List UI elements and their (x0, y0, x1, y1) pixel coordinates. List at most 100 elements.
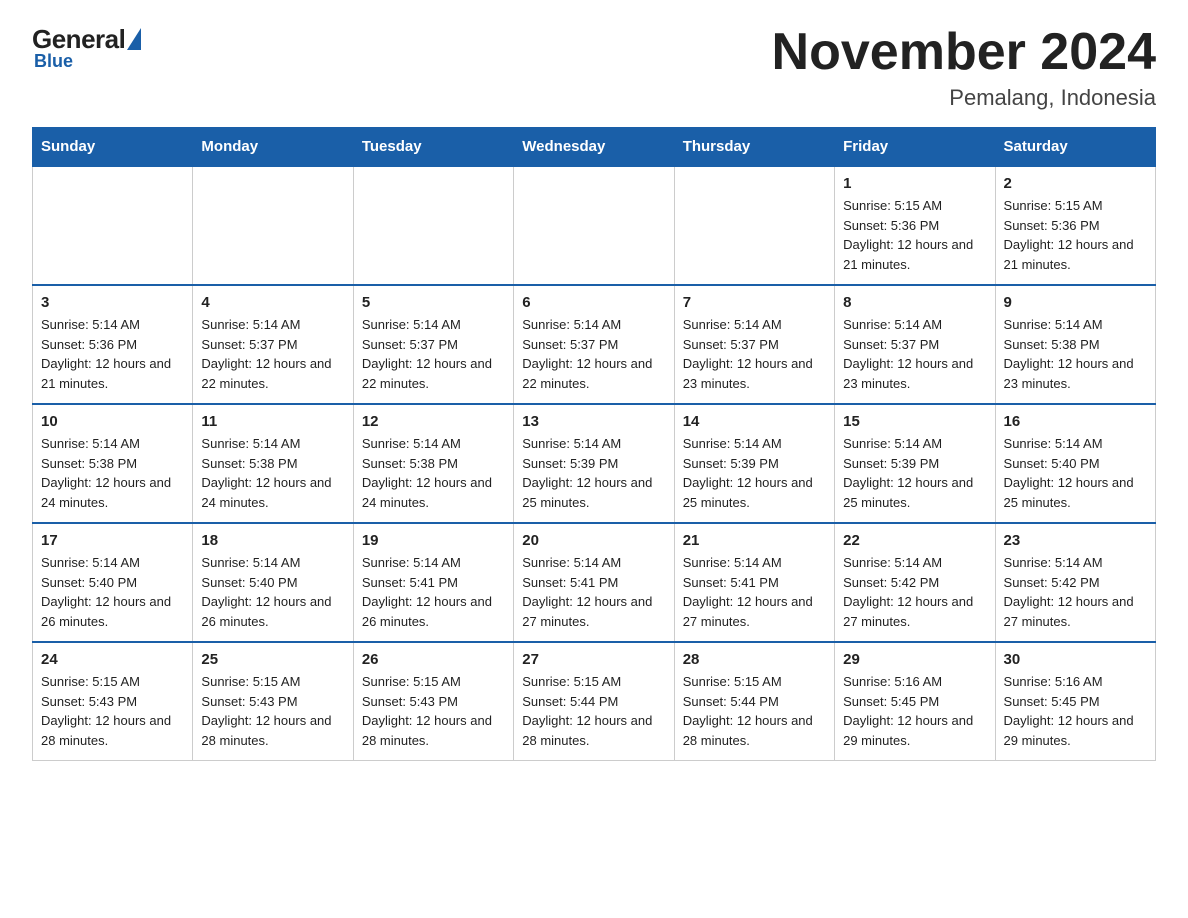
day-info: Sunrise: 5:15 AMSunset: 5:43 PMDaylight:… (201, 672, 344, 750)
day-number: 9 (1004, 294, 1147, 311)
day-number: 3 (41, 294, 184, 311)
day-number: 21 (683, 532, 826, 549)
day-number: 8 (843, 294, 986, 311)
calendar-cell: 14 Sunrise: 5:14 AMSunset: 5:39 PMDaylig… (674, 404, 834, 523)
calendar-cell: 12 Sunrise: 5:14 AMSunset: 5:38 PMDaylig… (353, 404, 513, 523)
calendar-cell: 5 Sunrise: 5:14 AMSunset: 5:37 PMDayligh… (353, 285, 513, 404)
calendar-cell: 15 Sunrise: 5:14 AMSunset: 5:39 PMDaylig… (835, 404, 995, 523)
calendar-cell: 2 Sunrise: 5:15 AMSunset: 5:36 PMDayligh… (995, 166, 1155, 285)
day-info: Sunrise: 5:14 AMSunset: 5:38 PMDaylight:… (1004, 315, 1147, 393)
calendar-cell: 6 Sunrise: 5:14 AMSunset: 5:37 PMDayligh… (514, 285, 674, 404)
day-info: Sunrise: 5:14 AMSunset: 5:40 PMDaylight:… (201, 553, 344, 631)
day-number: 6 (522, 294, 665, 311)
day-number: 28 (683, 651, 826, 668)
day-number: 30 (1004, 651, 1147, 668)
calendar-cell: 3 Sunrise: 5:14 AMSunset: 5:36 PMDayligh… (33, 285, 193, 404)
day-number: 20 (522, 532, 665, 549)
day-info: Sunrise: 5:14 AMSunset: 5:39 PMDaylight:… (522, 434, 665, 512)
calendar-cell: 13 Sunrise: 5:14 AMSunset: 5:39 PMDaylig… (514, 404, 674, 523)
page-header: General Blue November 2024 Pemalang, Ind… (32, 24, 1156, 111)
day-info: Sunrise: 5:14 AMSunset: 5:36 PMDaylight:… (41, 315, 184, 393)
column-header-monday: Monday (193, 128, 353, 167)
day-info: Sunrise: 5:15 AMSunset: 5:43 PMDaylight:… (41, 672, 184, 750)
calendar-cell: 19 Sunrise: 5:14 AMSunset: 5:41 PMDaylig… (353, 523, 513, 642)
day-info: Sunrise: 5:14 AMSunset: 5:38 PMDaylight:… (41, 434, 184, 512)
calendar-cell: 27 Sunrise: 5:15 AMSunset: 5:44 PMDaylig… (514, 642, 674, 761)
calendar-cell: 11 Sunrise: 5:14 AMSunset: 5:38 PMDaylig… (193, 404, 353, 523)
day-number: 25 (201, 651, 344, 668)
day-info: Sunrise: 5:15 AMSunset: 5:36 PMDaylight:… (1004, 196, 1147, 274)
calendar-cell: 23 Sunrise: 5:14 AMSunset: 5:42 PMDaylig… (995, 523, 1155, 642)
calendar-cell (33, 166, 193, 285)
day-info: Sunrise: 5:14 AMSunset: 5:41 PMDaylight:… (683, 553, 826, 631)
calendar-cell: 18 Sunrise: 5:14 AMSunset: 5:40 PMDaylig… (193, 523, 353, 642)
day-info: Sunrise: 5:14 AMSunset: 5:37 PMDaylight:… (522, 315, 665, 393)
day-info: Sunrise: 5:14 AMSunset: 5:38 PMDaylight:… (201, 434, 344, 512)
calendar-cell (353, 166, 513, 285)
day-number: 14 (683, 413, 826, 430)
calendar-cell: 25 Sunrise: 5:15 AMSunset: 5:43 PMDaylig… (193, 642, 353, 761)
column-header-wednesday: Wednesday (514, 128, 674, 167)
day-info: Sunrise: 5:14 AMSunset: 5:42 PMDaylight:… (843, 553, 986, 631)
day-number: 12 (362, 413, 505, 430)
calendar-cell: 9 Sunrise: 5:14 AMSunset: 5:38 PMDayligh… (995, 285, 1155, 404)
day-info: Sunrise: 5:14 AMSunset: 5:41 PMDaylight:… (522, 553, 665, 631)
calendar-week-row: 3 Sunrise: 5:14 AMSunset: 5:36 PMDayligh… (33, 285, 1156, 404)
day-number: 1 (843, 175, 986, 192)
logo-blue-text: Blue (34, 51, 73, 72)
column-header-sunday: Sunday (33, 128, 193, 167)
calendar-cell: 7 Sunrise: 5:14 AMSunset: 5:37 PMDayligh… (674, 285, 834, 404)
calendar-cell (514, 166, 674, 285)
day-number: 18 (201, 532, 344, 549)
calendar-cell: 26 Sunrise: 5:15 AMSunset: 5:43 PMDaylig… (353, 642, 513, 761)
logo-triangle-icon (127, 28, 141, 50)
logo: General Blue (32, 24, 141, 72)
day-info: Sunrise: 5:14 AMSunset: 5:37 PMDaylight:… (683, 315, 826, 393)
day-number: 29 (843, 651, 986, 668)
calendar-cell: 29 Sunrise: 5:16 AMSunset: 5:45 PMDaylig… (835, 642, 995, 761)
calendar-cell: 1 Sunrise: 5:15 AMSunset: 5:36 PMDayligh… (835, 166, 995, 285)
day-info: Sunrise: 5:14 AMSunset: 5:41 PMDaylight:… (362, 553, 505, 631)
day-info: Sunrise: 5:14 AMSunset: 5:38 PMDaylight:… (362, 434, 505, 512)
day-number: 13 (522, 413, 665, 430)
calendar-week-row: 10 Sunrise: 5:14 AMSunset: 5:38 PMDaylig… (33, 404, 1156, 523)
day-info: Sunrise: 5:14 AMSunset: 5:39 PMDaylight:… (843, 434, 986, 512)
day-number: 15 (843, 413, 986, 430)
day-number: 5 (362, 294, 505, 311)
calendar-cell: 30 Sunrise: 5:16 AMSunset: 5:45 PMDaylig… (995, 642, 1155, 761)
day-info: Sunrise: 5:15 AMSunset: 5:44 PMDaylight:… (683, 672, 826, 750)
main-title: November 2024 (772, 24, 1156, 81)
day-info: Sunrise: 5:14 AMSunset: 5:39 PMDaylight:… (683, 434, 826, 512)
calendar-cell: 4 Sunrise: 5:14 AMSunset: 5:37 PMDayligh… (193, 285, 353, 404)
day-info: Sunrise: 5:14 AMSunset: 5:37 PMDaylight:… (201, 315, 344, 393)
calendar-cell (193, 166, 353, 285)
day-number: 27 (522, 651, 665, 668)
day-info: Sunrise: 5:14 AMSunset: 5:40 PMDaylight:… (41, 553, 184, 631)
calendar-cell: 24 Sunrise: 5:15 AMSunset: 5:43 PMDaylig… (33, 642, 193, 761)
calendar-table: SundayMondayTuesdayWednesdayThursdayFrid… (32, 127, 1156, 761)
day-number: 16 (1004, 413, 1147, 430)
calendar-header-row: SundayMondayTuesdayWednesdayThursdayFrid… (33, 128, 1156, 167)
day-number: 22 (843, 532, 986, 549)
calendar-cell: 16 Sunrise: 5:14 AMSunset: 5:40 PMDaylig… (995, 404, 1155, 523)
calendar-week-row: 1 Sunrise: 5:15 AMSunset: 5:36 PMDayligh… (33, 166, 1156, 285)
column-header-thursday: Thursday (674, 128, 834, 167)
calendar-cell (674, 166, 834, 285)
day-info: Sunrise: 5:14 AMSunset: 5:40 PMDaylight:… (1004, 434, 1147, 512)
title-block: November 2024 Pemalang, Indonesia (772, 24, 1156, 111)
column-header-friday: Friday (835, 128, 995, 167)
calendar-cell: 28 Sunrise: 5:15 AMSunset: 5:44 PMDaylig… (674, 642, 834, 761)
day-number: 7 (683, 294, 826, 311)
column-header-saturday: Saturday (995, 128, 1155, 167)
day-info: Sunrise: 5:14 AMSunset: 5:37 PMDaylight:… (843, 315, 986, 393)
calendar-week-row: 24 Sunrise: 5:15 AMSunset: 5:43 PMDaylig… (33, 642, 1156, 761)
day-number: 19 (362, 532, 505, 549)
day-number: 10 (41, 413, 184, 430)
day-number: 26 (362, 651, 505, 668)
day-number: 11 (201, 413, 344, 430)
calendar-cell: 20 Sunrise: 5:14 AMSunset: 5:41 PMDaylig… (514, 523, 674, 642)
day-info: Sunrise: 5:14 AMSunset: 5:42 PMDaylight:… (1004, 553, 1147, 631)
day-number: 4 (201, 294, 344, 311)
calendar-cell: 22 Sunrise: 5:14 AMSunset: 5:42 PMDaylig… (835, 523, 995, 642)
subtitle: Pemalang, Indonesia (772, 85, 1156, 111)
